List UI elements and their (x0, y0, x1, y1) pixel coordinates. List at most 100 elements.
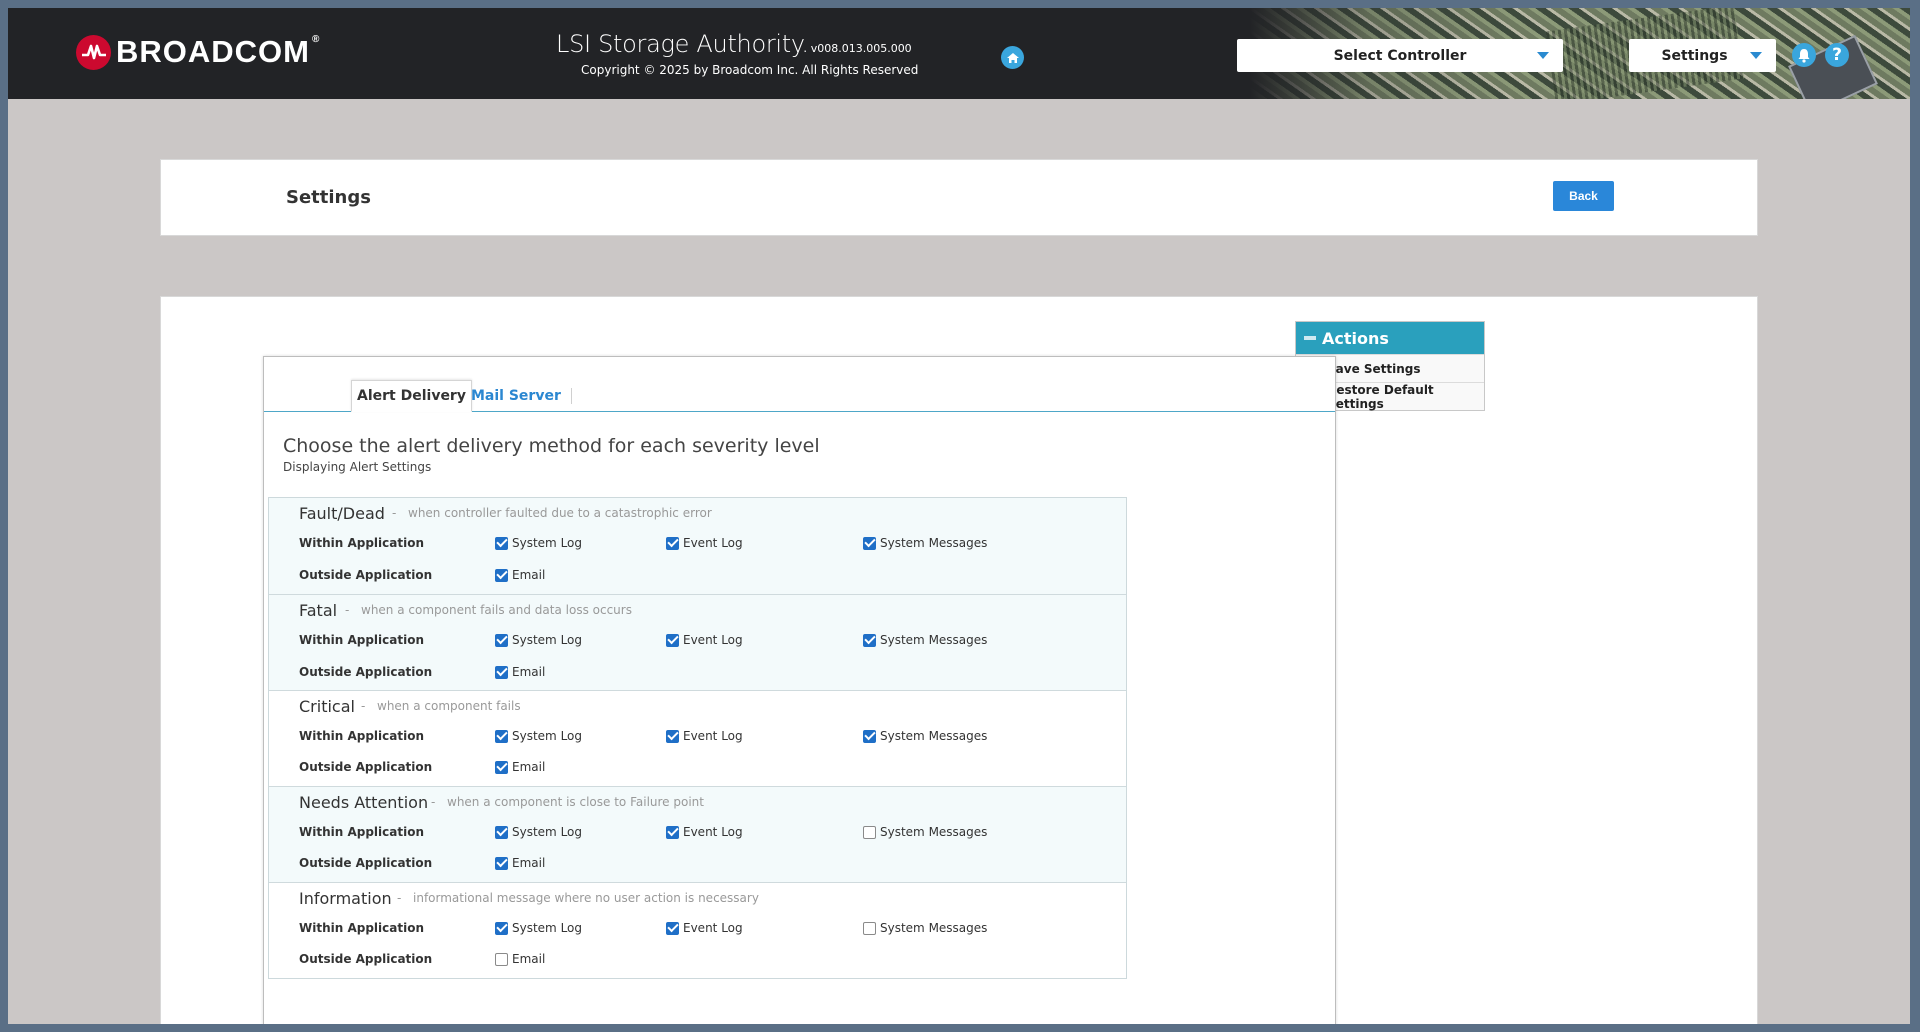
top-header: BROADCOM ® LSI Storage Authority. v008.013… (8, 8, 1910, 99)
system-messages-checkbox[interactable]: System Messages (863, 536, 987, 550)
event-log-checkbox[interactable]: Event Log (666, 921, 743, 935)
system-messages-checkbox[interactable]: System Messages (863, 825, 987, 839)
severity-row-needs-attention: Needs Attention - when a component is cl… (269, 786, 1126, 882)
checkbox-checked-icon (666, 825, 679, 839)
actions-header[interactable]: Actions (1296, 322, 1484, 354)
within-application-label: Within Application (299, 825, 425, 839)
severity-table: Fault/Dead - when controller faulted due… (268, 497, 1127, 979)
severity-title: Fault/Dead (299, 504, 385, 523)
settings-dropdown[interactable]: Settings (1629, 39, 1776, 72)
checkbox-checked-icon (666, 536, 679, 550)
severity-row-fatal: Fatal - when a component fails and data … (269, 594, 1126, 690)
event-log-checkbox[interactable]: Event Log (666, 633, 743, 647)
outside-application-label: Outside Application (299, 952, 433, 966)
outside-application-label: Outside Application (299, 665, 433, 679)
severity-dash: - (361, 699, 366, 713)
checkbox-checked-icon (495, 568, 508, 582)
event-log-checkbox[interactable]: Event Log (666, 729, 743, 743)
alert-settings-panel: Alert Delivery Mail Server Choose the al… (263, 356, 1336, 1024)
checkbox-checked-icon (495, 536, 508, 550)
severity-title: Needs Attention (299, 793, 429, 812)
event-log-checkbox[interactable]: Event Log (666, 536, 743, 550)
checkbox-checked-icon (495, 825, 508, 839)
email-checkbox[interactable]: Email (495, 856, 545, 870)
checkbox-unchecked-icon (863, 825, 876, 839)
restore-default-label: Restore Default Settings (1327, 382, 1434, 411)
bell-icon[interactable] (1792, 43, 1816, 67)
outside-application-label: Outside Application (299, 568, 433, 582)
email-checkbox[interactable]: Email (495, 568, 545, 582)
checkbox-checked-icon (495, 921, 508, 935)
severity-title: Fatal (299, 601, 338, 620)
select-controller-label: Select Controller (1333, 47, 1467, 64)
system-log-checkbox[interactable]: System Log (495, 825, 582, 839)
app-version: v008.013.005.000 (810, 42, 912, 55)
checkbox-checked-icon (495, 633, 508, 647)
checkbox-checked-icon (863, 729, 876, 743)
system-messages-checkbox[interactable]: System Messages (863, 633, 987, 647)
home-icon[interactable] (1001, 46, 1024, 69)
within-application-label: Within Application (299, 633, 425, 647)
within-application-label: Within Application (299, 729, 425, 743)
system-log-checkbox[interactable]: System Log (495, 729, 582, 743)
severity-dash: - (345, 603, 350, 617)
chevron-down-icon (1750, 52, 1762, 59)
system-messages-checkbox[interactable]: System Messages (863, 921, 987, 935)
email-checkbox[interactable]: Email (495, 665, 545, 679)
brand-name: BROADCOM ® (116, 34, 321, 69)
severity-description: when a component is close to Failure poi… (447, 795, 704, 809)
settings-title-bar: Settings Back (160, 159, 1758, 236)
section-heading: Choose the alert delivery method for eac… (283, 435, 820, 457)
app-window: BROADCOM ® LSI Storage Authority. v008.013… (8, 8, 1910, 1024)
severity-row-critical: Critical - when a component fails Within… (269, 690, 1126, 786)
severity-row-fault-dead: Fault/Dead - when controller faulted due… (269, 498, 1126, 594)
chevron-down-icon (1537, 52, 1549, 59)
actions-title: Actions (1322, 328, 1389, 348)
select-controller-dropdown[interactable]: Select Controller (1237, 39, 1563, 72)
save-settings-label: Save Settings (1327, 361, 1421, 376)
desktop-bottom-edge (0, 1024, 1920, 1032)
tab-mail-server[interactable]: Mail Server (471, 388, 572, 404)
within-application-label: Within Application (299, 921, 425, 935)
within-application-label: Within Application (299, 536, 425, 550)
email-checkbox[interactable]: Email (495, 760, 545, 774)
system-log-checkbox[interactable]: System Log (495, 921, 582, 935)
severity-dash: - (392, 506, 397, 520)
app-title: LSI Storage Authority. v008.013.005.000 (556, 30, 912, 58)
help-icon[interactable]: ? (1825, 43, 1849, 67)
outside-application-label: Outside Application (299, 760, 433, 774)
copyright-text: Copyright © 2025 by Broadcom Inc. All Ri… (581, 63, 919, 77)
broadcom-pulse-icon (76, 34, 111, 70)
checkbox-checked-icon (495, 729, 508, 743)
severity-dash: - (397, 891, 402, 905)
email-checkbox[interactable]: Email (495, 952, 545, 966)
checkbox-checked-icon (863, 633, 876, 647)
system-log-checkbox[interactable]: System Log (495, 536, 582, 550)
system-log-checkbox[interactable]: System Log (495, 633, 582, 647)
settings-dropdown-label: Settings (1661, 47, 1728, 64)
tab-bar: Alert Delivery Mail Server (264, 357, 1335, 412)
severity-description: informational message where no user acti… (413, 891, 759, 905)
severity-description: when a component fails and data loss occ… (361, 603, 632, 617)
outside-application-label: Outside Application (299, 856, 433, 870)
severity-title: Critical (299, 697, 355, 716)
app-name: LSI Storage Authority. (556, 30, 809, 58)
checkbox-checked-icon (666, 633, 679, 647)
event-log-checkbox[interactable]: Event Log (666, 825, 743, 839)
back-button[interactable]: Back (1553, 181, 1614, 211)
checkbox-checked-icon (495, 665, 508, 679)
system-messages-checkbox[interactable]: System Messages (863, 729, 987, 743)
checkbox-checked-icon (863, 536, 876, 550)
tab-alert-delivery[interactable]: Alert Delivery (351, 380, 472, 412)
severity-dash: - (431, 795, 436, 809)
severity-row-information: Information - informational message wher… (269, 882, 1126, 978)
page-title: Settings (286, 187, 371, 208)
checkbox-checked-icon (666, 921, 679, 935)
section-subheading: Displaying Alert Settings (283, 460, 432, 474)
broadcom-logo: BROADCOM ® (76, 34, 320, 70)
severity-title: Information (299, 889, 392, 908)
checkbox-checked-icon (666, 729, 679, 743)
checkbox-checked-icon (495, 760, 508, 774)
severity-description: when a component fails (377, 699, 521, 713)
collapse-icon (1304, 336, 1316, 340)
